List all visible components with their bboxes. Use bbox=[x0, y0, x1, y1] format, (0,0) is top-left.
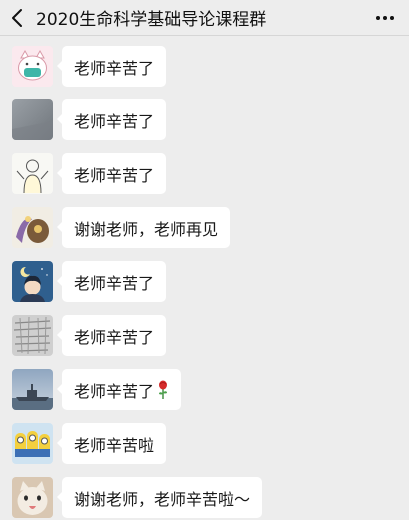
message-bubble[interactable]: 老师辛苦了 bbox=[62, 315, 167, 356]
more-options-icon[interactable] bbox=[375, 0, 395, 36]
rose-icon bbox=[157, 380, 169, 400]
mono-drawing-icon[interactable] bbox=[12, 315, 53, 356]
cartoon-cat-mask-icon[interactable] bbox=[12, 46, 53, 87]
sketch-figure-icon[interactable] bbox=[12, 153, 53, 194]
minions-icon[interactable] bbox=[12, 423, 53, 464]
message-row: 老师辛苦了 bbox=[0, 99, 409, 143]
gray-photo-icon[interactable] bbox=[12, 99, 53, 140]
cartoon-animals-icon[interactable] bbox=[12, 207, 53, 248]
message-bubble[interactable]: 老师辛苦了 bbox=[62, 369, 182, 410]
chat-title: 2020生命科学基础导论课程群 bbox=[36, 10, 267, 30]
chat-header: 2020生命科学基础导论课程群 bbox=[0, 0, 409, 36]
message-row: 谢谢老师，老师再见 bbox=[0, 207, 409, 251]
message-row: 老师辛苦啦 bbox=[0, 423, 409, 467]
message-row: 老师辛苦了 bbox=[0, 315, 409, 359]
message-text: 老师辛苦了 bbox=[74, 381, 155, 401]
message-row: 老师辛苦了 bbox=[0, 153, 409, 197]
message-bubble[interactable]: 老师辛苦啦 bbox=[62, 423, 167, 464]
message-bubble[interactable]: 老师辛苦了 bbox=[62, 153, 167, 194]
cat-icon[interactable] bbox=[12, 477, 53, 518]
message-row: 老师辛苦了 bbox=[0, 46, 409, 90]
message-row: 老师辛苦了 bbox=[0, 261, 409, 305]
message-row: 谢谢老师，老师辛苦啦～ bbox=[0, 477, 409, 520]
message-bubble[interactable]: 谢谢老师，老师辛苦啦～ bbox=[62, 477, 263, 518]
warship-icon[interactable] bbox=[12, 369, 53, 410]
message-bubble[interactable]: 老师辛苦了 bbox=[62, 99, 167, 140]
message-bubble[interactable]: 老师辛苦了 bbox=[62, 46, 167, 87]
back-arrow-icon[interactable] bbox=[0, 0, 34, 36]
message-row: 老师辛苦了 bbox=[0, 369, 409, 413]
message-bubble[interactable]: 谢谢老师，老师再见 bbox=[62, 207, 231, 248]
night-sky-boy-icon[interactable] bbox=[12, 261, 53, 302]
chat-window: 2020生命科学基础导论课程群 老师辛苦了 老师辛苦了 老师辛苦了 谢谢老师，老… bbox=[0, 0, 409, 520]
message-bubble[interactable]: 老师辛苦了 bbox=[62, 261, 167, 302]
